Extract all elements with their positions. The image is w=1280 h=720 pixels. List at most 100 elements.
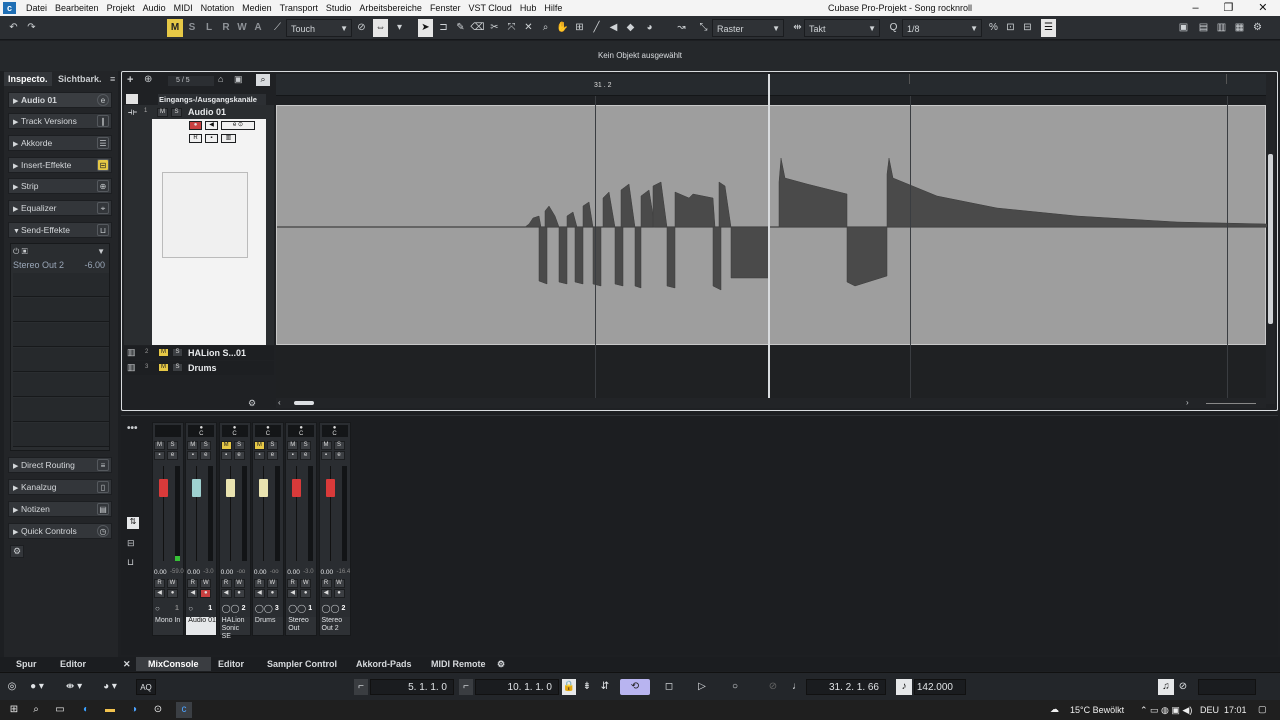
send-slot-6[interactable] bbox=[13, 373, 109, 397]
listen-button[interactable]: ▪ bbox=[287, 451, 299, 460]
tab-inspector[interactable]: Inspecto. bbox=[4, 72, 52, 86]
automation-a-button[interactable]: A bbox=[250, 19, 266, 37]
track-name[interactable]: HALion S...01 bbox=[188, 348, 246, 358]
chevron-right-icon[interactable]: › bbox=[1186, 398, 1189, 407]
suspend-icon[interactable]: ⊘ bbox=[354, 19, 369, 37]
pan-knob[interactable]: ● C bbox=[321, 425, 348, 437]
playhead-cursor[interactable] bbox=[768, 74, 770, 398]
track-name[interactable]: Audio 01 bbox=[188, 107, 226, 117]
link-icon[interactable]: ⇔ bbox=[373, 19, 388, 37]
channel-name[interactable]: Drums bbox=[252, 617, 283, 635]
sync-icon[interactable]: ⇵ bbox=[598, 679, 612, 695]
write-button[interactable]: W bbox=[233, 579, 245, 588]
tab-chord-pads[interactable]: Akkord-Pads bbox=[356, 657, 412, 671]
edit-button[interactable]: e bbox=[333, 451, 345, 460]
zoom-slider[interactable] bbox=[1206, 403, 1256, 404]
track-name[interactable]: Drums bbox=[188, 363, 217, 373]
record-button[interactable]: ● bbox=[200, 589, 212, 598]
mute-button[interactable]: M bbox=[220, 441, 232, 450]
record-button[interactable]: ● bbox=[266, 589, 278, 598]
read-button[interactable]: R bbox=[220, 579, 232, 588]
auto-quantize-button[interactable]: AQ bbox=[136, 679, 156, 695]
record-button[interactable]: ● bbox=[333, 589, 345, 598]
auto-scroll-icon[interactable]: ↝ bbox=[674, 19, 689, 37]
solo-button[interactable]: S bbox=[233, 441, 245, 450]
inspector-section-channel[interactable]: ▶ Kanalzug ▯ bbox=[8, 479, 112, 495]
inspector-section-direct-routing[interactable]: ▶ Direct Routing ≡ bbox=[8, 457, 112, 473]
audio-event[interactable] bbox=[276, 105, 1268, 345]
quantize-select[interactable]: 1/8 ▼ bbox=[902, 19, 982, 37]
tab-track[interactable]: Spur bbox=[16, 657, 37, 671]
solo-button[interactable]: S bbox=[172, 348, 183, 357]
pencil-tool-icon[interactable]: ✎ bbox=[453, 19, 468, 37]
add-track-icon[interactable]: + bbox=[127, 74, 133, 86]
iq-icon[interactable]: % bbox=[986, 19, 1001, 37]
volume-value[interactable]: 0.00 bbox=[254, 569, 267, 576]
inspector-track-header[interactable]: ▶ Audio 01 e bbox=[8, 92, 112, 108]
edit-button[interactable]: e bbox=[200, 451, 212, 460]
mixer-channel[interactable]: ● C M S ▪ e 0.00 -oo R W ◀ ● ◯◯ 3 Drums bbox=[251, 422, 284, 636]
inspector-section-inserts[interactable]: ▶ Insert-Effekte ⊟ bbox=[8, 157, 112, 173]
mute-button[interactable]: M bbox=[187, 441, 199, 450]
inspector-section-strip[interactable]: ▶ Strip ⊕ bbox=[8, 178, 112, 194]
settings-icon[interactable]: ⚙ bbox=[1250, 19, 1265, 37]
menu-item[interactable]: Datei bbox=[22, 0, 51, 16]
tray-icons[interactable]: ⌃ ▭ ◍ ▣ ◀) bbox=[1140, 705, 1192, 716]
menu-item[interactable]: VST Cloud bbox=[464, 0, 515, 16]
volume-fader[interactable] bbox=[258, 479, 268, 497]
write-button[interactable]: W bbox=[167, 579, 178, 588]
lane-settings-icon[interactable]: ⚙ bbox=[248, 398, 256, 409]
warp-tool-icon[interactable]: ◕ bbox=[642, 19, 657, 37]
monitor-button[interactable]: ◀ bbox=[320, 589, 332, 598]
mute-tool-icon[interactable]: ✕ bbox=[521, 19, 536, 37]
volume-fader[interactable] bbox=[225, 479, 235, 497]
pan-knob[interactable]: ● C bbox=[188, 425, 215, 437]
inspector-section-track-versions[interactable]: ▶ Track Versions ∥ bbox=[8, 113, 112, 129]
windows-start-icon[interactable]: ⊞ bbox=[6, 702, 22, 718]
cycle-icon[interactable]: ⟲ bbox=[620, 679, 650, 695]
visibility-icon[interactable]: ▣ bbox=[234, 74, 243, 85]
solo-button[interactable]: S bbox=[266, 441, 278, 450]
write-button[interactable]: W bbox=[300, 579, 312, 588]
mixer-channel[interactable]: ● C M S ▪ e 0.00 -16.4 R W ◀ ● ◯◯ 2 Stere… bbox=[318, 422, 351, 636]
fader-view-icon[interactable]: ⇅ bbox=[127, 517, 139, 529]
activate-icon[interactable]: ◎ bbox=[4, 679, 20, 695]
pan-knob[interactable] bbox=[155, 425, 181, 437]
quantize-apply-icon[interactable]: ⊡ bbox=[1003, 19, 1018, 37]
volume-fader[interactable] bbox=[325, 479, 335, 497]
snap-icon[interactable]: ⤡ bbox=[696, 19, 711, 37]
right-locator-field[interactable]: 10. 1. 1. 0 bbox=[475, 679, 559, 695]
write-button[interactable]: W bbox=[333, 579, 345, 588]
task-view-icon[interactable]: ▭ bbox=[52, 702, 68, 718]
write-button[interactable]: W bbox=[200, 579, 212, 588]
steinberg-icon[interactable]: ◑ bbox=[126, 702, 142, 718]
read-automation-button[interactable]: R bbox=[189, 134, 202, 143]
solo-button[interactable]: S bbox=[171, 108, 182, 117]
language[interactable]: DEU bbox=[1200, 705, 1219, 715]
tempo-icon[interactable]: ♪ bbox=[896, 679, 912, 695]
automation-w-button[interactable]: W bbox=[234, 19, 250, 37]
grid-type-select[interactable]: Takt ▼ bbox=[804, 19, 880, 37]
send-slot-7[interactable] bbox=[13, 398, 109, 422]
monitor-button[interactable]: ◀ bbox=[154, 589, 165, 598]
mixer-channel[interactable]: ● C M S ▪ e 0.00 -oo R W ◀ ● ◯◯ 2 HALion … bbox=[218, 422, 251, 640]
read-button[interactable]: R bbox=[154, 579, 165, 588]
track-drums[interactable]: ▥ 3 M S Drums bbox=[124, 361, 274, 375]
pan-knob[interactable]: ● C bbox=[221, 425, 248, 437]
hand-tool-icon[interactable]: ✋ bbox=[555, 19, 570, 37]
horizontal-scroll-thumb[interactable] bbox=[294, 401, 314, 405]
automation-r-button[interactable]: R bbox=[218, 19, 234, 37]
volume-value[interactable]: 0.00 bbox=[154, 569, 167, 576]
edge-icon[interactable]: ◐ bbox=[78, 702, 94, 718]
listen-button[interactable]: ▪ bbox=[187, 451, 199, 460]
listen-button[interactable]: ▪ bbox=[320, 451, 332, 460]
routing-view-icon[interactable]: ⊟ bbox=[127, 538, 135, 549]
home-icon[interactable]: ⌂ bbox=[218, 74, 223, 84]
send-slot-1[interactable]: Stereo Out 2 -6.00 bbox=[13, 260, 109, 272]
play-tool-icon[interactable]: ◀ bbox=[606, 19, 621, 37]
inspector-section-quick-controls[interactable]: ▶ Quick Controls ◷ bbox=[8, 523, 112, 539]
tab-editor-left[interactable]: Editor bbox=[60, 657, 86, 671]
menu-item[interactable]: Audio bbox=[139, 0, 170, 16]
read-button[interactable]: R bbox=[253, 579, 265, 588]
read-button[interactable]: R bbox=[187, 579, 199, 588]
